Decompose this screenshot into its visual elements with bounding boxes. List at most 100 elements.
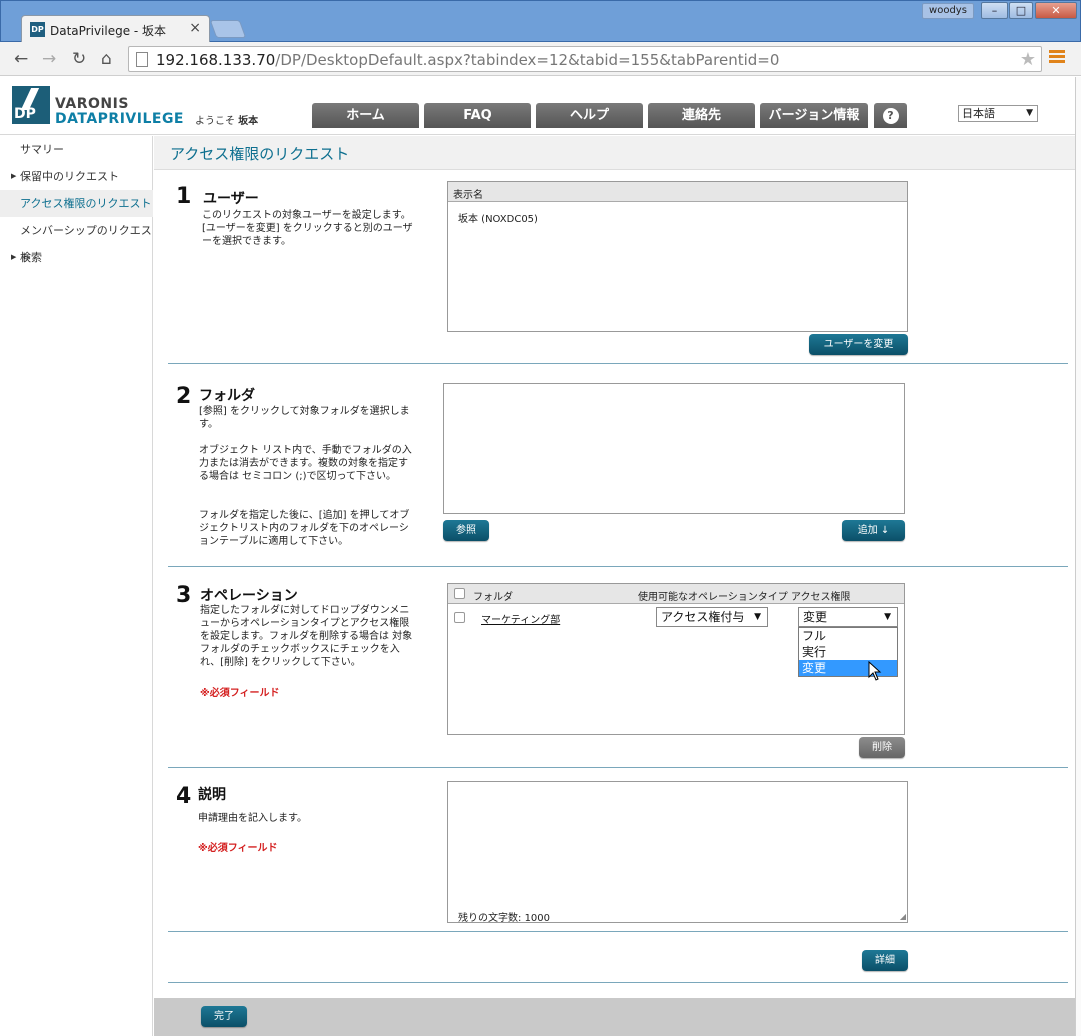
step1-description: このリクエストの対象ユーザーを設定します。[ユーザーを変更] をクリックすると別… [202,210,413,247]
url-path: /DP/DesktopDefault.aspx?tabindex=12&tabi… [275,51,780,69]
app-header: DP VARONIS DATAPRIVILEGE ようこそ 坂本 ホーム FAQ… [0,77,1075,135]
add-button[interactable]: 追加 ↓ [842,520,905,541]
change-user-button[interactable]: ユーザーを変更 [809,334,908,355]
access-select[interactable]: 変更 ▼ [798,607,898,627]
nav-tab-contact[interactable]: 連絡先 [648,103,755,128]
home-icon[interactable]: ⌂ [101,49,112,69]
details-button[interactable]: 詳細 [862,950,908,971]
mouse-cursor-icon [868,661,882,681]
nav-tab-faq[interactable]: FAQ [424,103,531,128]
close-window-icon[interactable]: ✕ [1035,2,1077,19]
step3-number: 3 [176,583,192,608]
page-title: アクセス権限のリクエスト [170,145,350,163]
welcome-text: ようこそ 坂本 [195,116,259,127]
select-all-checkbox[interactable] [454,588,465,599]
arrow-down-icon: ↓ [880,525,890,536]
step1-number: 1 [176,184,192,209]
browse-button[interactable]: 参照 [443,520,489,541]
step3-title: オペレーション [200,588,298,604]
help-question-icon[interactable]: ? [874,103,907,128]
separator [168,566,1068,567]
column-folder: フォルダ [473,592,513,603]
address-bar[interactable]: 192.168.133.70/DP/DesktopDefault.aspx?ta… [128,46,1042,72]
step2-title: フォルダ [199,388,255,404]
column-display-name: 表示名 [453,190,483,201]
logo-text-varonis: VARONIS [55,96,129,112]
step2-number: 2 [176,384,192,409]
op-type-select[interactable]: アクセス権付与 ▼ [656,607,768,627]
sidebar: サマリー ▶ 保留中のリクエスト アクセス権限のリクエスト メンバーシップのリクエ… [0,136,153,1036]
nav-tab-version[interactable]: バージョン情報 [760,103,868,128]
folder-link[interactable]: マーケティング部 [481,611,560,626]
access-dropdown-list: フル 実行 変更 [798,627,898,677]
done-button[interactable]: 完了 [201,1006,247,1027]
sidebar-item-membership[interactable]: メンバーシップのリクエスト [0,217,153,264]
expand-triangle-icon: ▶ [11,253,17,261]
nav-tab-help[interactable]: ヘルプ [536,103,643,128]
chevron-down-icon: ▼ [884,612,891,622]
row-checkbox[interactable] [454,612,465,623]
tab-title: DataPrivilege - 坂本 [50,24,167,38]
language-select[interactable]: 日本語 ▼ [958,105,1038,122]
reload-icon[interactable]: ↻ [72,49,86,69]
chevron-down-icon: ▼ [1026,108,1033,118]
browser-tab[interactable]: DP DataPrivilege - 坂本 × [21,15,210,43]
sidebar-item-pending[interactable]: ▶ 保留中のリクエスト [0,163,153,190]
access-option-full[interactable]: フル [799,628,897,644]
scrollbar[interactable] [1075,77,1081,1036]
browser-menu-icon[interactable] [1049,50,1065,66]
profile-user[interactable]: woodys [922,3,974,19]
user-list-panel: 表示名 坂本 (NOXDC05) [447,181,908,332]
step2-description-3: フォルダを指定した後に、[追加] を押してオブジェクトリスト内のフォルダを下のオ… [199,510,410,547]
operations-table: フォルダ 使用可能なオペレーションタイプ アクセス権限 マーケティング部 アクセ… [447,583,905,735]
column-access: アクセス権限 [791,592,851,603]
forward-icon[interactable]: → [42,49,56,69]
bookmark-star-icon[interactable]: ★ [1020,49,1036,70]
step1-title: ユーザー [203,191,259,207]
user-list-header: 表示名 [448,182,907,202]
logo-text-dataprivilege: DATAPRIVILEGE [55,111,184,127]
column-op-type: 使用可能なオペレーションタイプ [638,592,788,603]
main-content: アクセス権限のリクエスト 1 ユーザー このリクエストの対象ユーザーを設定します… [154,136,1075,1036]
favicon-icon: DP [30,22,45,37]
sidebar-item-summary[interactable]: サマリー [0,136,153,163]
step4-required: ※必須フィールド [198,843,278,854]
page-header: アクセス権限のリクエスト [154,136,1075,170]
step3-required: ※必須フィールド [200,688,280,699]
url-host: 192.168.133.70 [156,51,276,69]
window-titlebar: DP DataPrivilege - 坂本 × woodys – □ ✕ [0,0,1081,43]
remaining-chars: 残りの文字数: 1000 [458,913,551,924]
step2-description-1: [参照] をクリックして対象フォルダを選択します。 [199,406,410,430]
access-option-modify[interactable]: 変更 [799,660,897,676]
selected-user[interactable]: 坂本 (NOXDC05) [458,210,538,225]
tab-close-icon[interactable]: × [189,20,201,36]
sidebar-item-search[interactable]: ▶ 検索 [0,244,153,271]
nav-tab-home[interactable]: ホーム [312,103,419,128]
back-icon[interactable]: ← [14,49,28,69]
reason-textarea[interactable]: 残りの文字数: 1000 ◢ [447,781,908,924]
step2-description-2: オブジェクト リスト内で、手動でフォルダの入力または消去ができます。複数の対象を… [199,445,412,482]
sidebar-item-access-request[interactable]: アクセス権限のリクエスト [0,190,153,217]
separator [168,363,1068,364]
resize-handle-icon[interactable]: ◢ [900,912,906,921]
access-option-execute[interactable]: 実行 [799,644,897,660]
step4-title: 説明 [198,787,226,803]
step4-number: 4 [176,784,192,809]
varonis-logo: DP [12,86,50,124]
maximize-icon[interactable]: □ [1009,2,1033,19]
step4-description: 申請理由を記入します。 [198,813,307,824]
new-tab-button[interactable] [209,20,247,38]
footer-bar: 完了 [154,998,1075,1036]
minimize-icon[interactable]: – [981,2,1008,19]
browser-toolbar: ← → ↻ ⌂ 192.168.133.70/DP/DesktopDefault… [0,42,1081,76]
operations-table-header: フォルダ 使用可能なオペレーションタイプ アクセス権限 [448,584,904,604]
folder-input[interactable] [443,383,905,514]
step3-description: 指定したフォルダに対してドロップダウンメニューからオペレーションタイプとアクセス… [200,605,413,668]
separator [168,982,1068,983]
separator [168,931,1068,932]
expand-triangle-icon: ▶ [11,172,17,180]
chevron-down-icon: ▼ [754,612,761,622]
page-icon [136,52,148,67]
delete-button[interactable]: 削除 [859,737,905,758]
separator [168,767,1068,768]
